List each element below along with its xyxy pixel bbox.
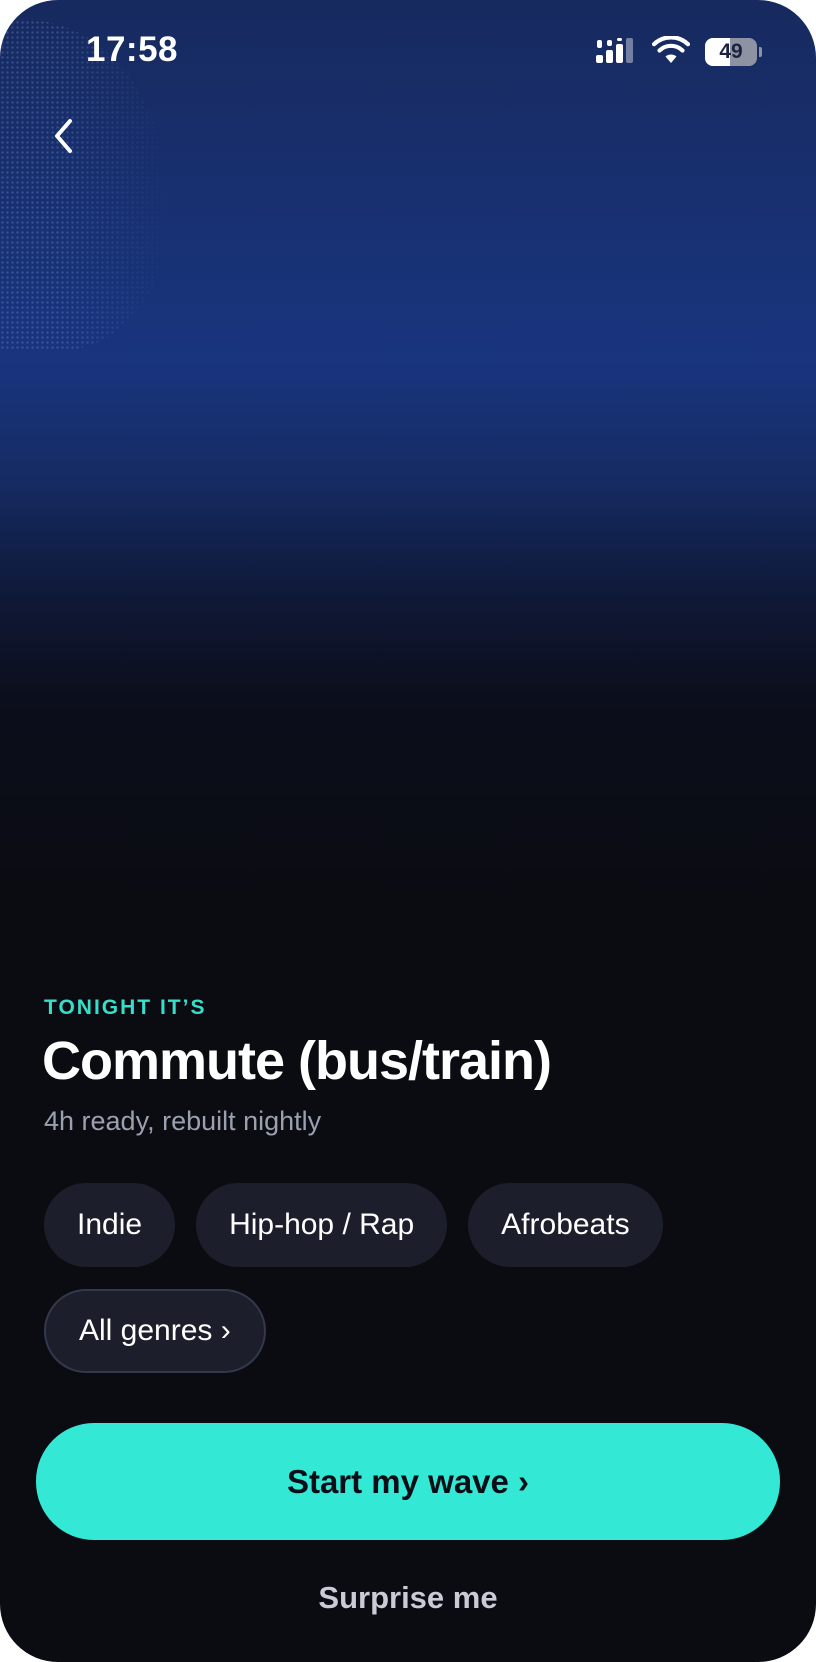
status-time: 17:58	[86, 30, 179, 69]
genre-chip-afrobeats[interactable]: Afrobeats	[468, 1183, 663, 1267]
battery-level: 49	[719, 40, 743, 63]
battery-tip	[759, 47, 762, 57]
wifi-icon	[652, 36, 690, 63]
genre-chips: Indie Hip-hop / Rap Afrobeats All genres…	[44, 1183, 764, 1373]
genre-chip-hip-hop-rap[interactable]: Hip-hop / Rap	[196, 1183, 448, 1267]
genre-chip-indie[interactable]: Indie	[44, 1183, 176, 1267]
subtitle: 4h ready, rebuilt nightly	[44, 1106, 322, 1136]
battery-icon: 49	[705, 38, 762, 66]
eyebrow-label: TONIGHT IT’S	[44, 996, 207, 1019]
page-title: Commute (bus/train)	[42, 1031, 552, 1091]
status-bar: 17:58 49	[0, 0, 816, 100]
signal-icon	[596, 38, 633, 63]
back-button[interactable]	[36, 108, 92, 164]
battery-body: 49	[705, 38, 757, 66]
chevron-left-icon	[55, 119, 72, 153]
screen: 17:58 49 TONIGHT IT’S Commute (bus/train…	[0, 0, 816, 1662]
all-genres-button[interactable]: All genres ›	[44, 1289, 266, 1373]
start-wave-button[interactable]: Start my wave ›	[36, 1423, 780, 1540]
surprise-me-button[interactable]: Surprise me	[0, 1580, 816, 1616]
